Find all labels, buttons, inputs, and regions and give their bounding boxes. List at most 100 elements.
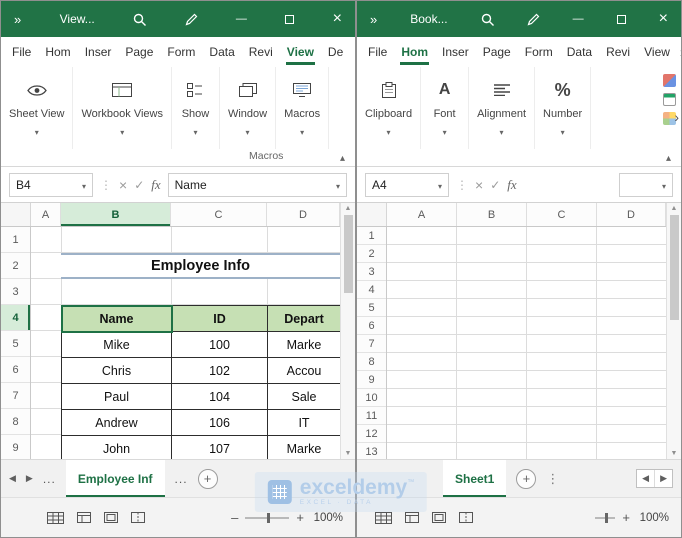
cell[interactable]: Andrew xyxy=(62,410,172,436)
scroll-thumb[interactable] xyxy=(343,215,353,293)
col-header-b[interactable]: B xyxy=(457,203,527,226)
col-header-a[interactable]: A xyxy=(31,203,61,226)
sheet-nav-left-icon[interactable] xyxy=(9,473,16,484)
zoom-in-icon[interactable] xyxy=(622,510,630,525)
cell[interactable]: Accou xyxy=(268,358,340,384)
select-all-corner[interactable] xyxy=(1,203,31,226)
row-header-10[interactable]: 10 xyxy=(357,389,386,407)
sheet-tab-sheet1[interactable]: Sheet1 xyxy=(443,460,507,497)
scroll-down-icon[interactable] xyxy=(345,450,352,457)
ribbon-group-clipboard[interactable]: Clipboard xyxy=(357,67,422,149)
tab-formulas[interactable]: Form xyxy=(160,37,202,67)
ribbon-group-alignment[interactable]: Alignment xyxy=(469,67,536,149)
tab-data[interactable]: Data xyxy=(560,37,599,67)
formula-expand-icon[interactable] xyxy=(662,178,666,192)
cell[interactable]: 106 xyxy=(172,410,268,436)
cell[interactable]: IT xyxy=(268,410,340,436)
ribbon-group-macros[interactable]: Macros xyxy=(276,67,330,149)
row-header-9[interactable]: 9 xyxy=(357,371,386,389)
vertical-scrollbar[interactable] xyxy=(666,203,681,459)
row-header-6[interactable]: 6 xyxy=(1,357,30,383)
scroll-tabs-right-icon[interactable] xyxy=(655,470,672,487)
zoom-level[interactable]: 100% xyxy=(637,512,669,524)
cell[interactable]: 102 xyxy=(172,358,268,384)
tabs-overflow-icon[interactable] xyxy=(677,37,681,67)
col-header-c[interactable]: C xyxy=(171,203,267,226)
tab-developer[interactable]: De xyxy=(321,37,350,67)
cancel-icon[interactable] xyxy=(119,177,127,193)
worksheet-cells[interactable]: Employee Info Name ID Depart Mike 100 Ma… xyxy=(31,227,340,459)
row-header-11[interactable]: 11 xyxy=(357,407,386,425)
enter-icon[interactable] xyxy=(134,178,144,192)
select-all-corner[interactable] xyxy=(357,203,387,226)
collapse-ribbon-icon[interactable] xyxy=(666,150,671,164)
titlebar-overflow-icon[interactable] xyxy=(14,12,21,27)
ribbon-group-sheet-view[interactable]: Sheet View xyxy=(1,67,74,149)
zoom-level[interactable]: 100% xyxy=(311,512,343,524)
col-header-d[interactable]: D xyxy=(267,203,340,226)
tab-data[interactable]: Data xyxy=(202,37,241,67)
cell[interactable]: Chris xyxy=(62,358,172,384)
collapse-ribbon-icon[interactable] xyxy=(340,150,345,164)
row-header-6[interactable]: 6 xyxy=(357,317,386,335)
row-header-1[interactable]: 1 xyxy=(357,227,386,245)
hidden-sheets-left[interactable]: ... xyxy=(43,472,56,486)
page-layout-view-icon[interactable] xyxy=(104,512,118,523)
ink-pen-icon[interactable] xyxy=(185,13,198,26)
tab-home-active[interactable]: Hom xyxy=(394,37,435,67)
tab-insert[interactable]: Inser xyxy=(78,37,119,67)
name-box[interactable]: B4 xyxy=(9,172,93,197)
row-header-7[interactable]: 7 xyxy=(1,383,30,409)
row-header-2[interactable]: 2 xyxy=(1,253,30,279)
col-header-a[interactable]: A xyxy=(387,203,457,226)
tab-home[interactable]: Hom xyxy=(38,37,77,67)
row-header-5[interactable]: 5 xyxy=(357,299,386,317)
minimize-button[interactable] xyxy=(236,13,247,25)
tab-page-layout[interactable]: Page xyxy=(476,37,518,67)
cell[interactable]: Paul xyxy=(62,384,172,410)
zoom-slider-thumb[interactable] xyxy=(605,512,609,523)
col-header-b-selected[interactable]: B xyxy=(61,203,171,226)
tab-insert[interactable]: Inser xyxy=(435,37,476,67)
cell[interactable]: 104 xyxy=(172,384,268,410)
zoom-slider-thumb[interactable] xyxy=(267,512,271,523)
worksheet-cells[interactable] xyxy=(387,227,666,459)
formula-expand-icon[interactable] xyxy=(336,178,340,192)
zoom-slider[interactable] xyxy=(245,512,290,523)
row-header-5[interactable]: 5 xyxy=(1,331,30,357)
formula-input[interactable] xyxy=(619,172,673,197)
scroll-up-icon[interactable] xyxy=(345,205,352,212)
tab-page-layout[interactable]: Page xyxy=(118,37,160,67)
search-icon[interactable] xyxy=(133,13,147,26)
cell[interactable]: Sale xyxy=(268,384,340,410)
zoom-out-icon[interactable] xyxy=(231,510,238,525)
insert-function-button[interactable]: fx xyxy=(151,177,160,193)
scroll-up-icon[interactable] xyxy=(671,205,678,212)
ribbon-scroll-right-icon[interactable] xyxy=(674,109,679,125)
add-sheet-button[interactable] xyxy=(197,468,218,489)
cell[interactable]: 100 xyxy=(172,332,268,358)
col-header-c[interactable]: C xyxy=(527,203,597,226)
row-header-9[interactable]: 9 xyxy=(1,435,30,461)
employee-info-title-cell[interactable]: Employee Info xyxy=(61,253,340,279)
cell-b4-name-selected[interactable]: Name xyxy=(61,305,173,333)
search-icon[interactable] xyxy=(481,13,494,26)
row-header-8[interactable]: 8 xyxy=(1,409,30,435)
normal-view-icon[interactable] xyxy=(405,512,419,523)
ribbon-group-number[interactable]: % Number xyxy=(535,67,592,149)
row-header-8[interactable]: 8 xyxy=(357,353,386,371)
cell-d4-department[interactable]: Depart xyxy=(268,306,340,332)
maximize-button[interactable] xyxy=(616,14,626,24)
scroll-thumb[interactable] xyxy=(669,215,679,320)
cell-c4-id[interactable]: ID xyxy=(172,306,268,332)
close-button[interactable] xyxy=(659,10,668,28)
sheet-nav-right-icon[interactable] xyxy=(26,473,33,484)
scroll-tabs-left-icon[interactable] xyxy=(637,470,656,487)
tab-review[interactable]: Revi xyxy=(242,37,280,67)
row-header-3[interactable]: 3 xyxy=(357,263,386,281)
insert-function-button[interactable]: fx xyxy=(507,177,516,193)
conditional-formatting-icon[interactable] xyxy=(663,74,676,87)
col-header-d[interactable]: D xyxy=(597,203,666,226)
maximize-button[interactable] xyxy=(285,14,295,24)
vertical-scrollbar[interactable] xyxy=(340,203,355,459)
